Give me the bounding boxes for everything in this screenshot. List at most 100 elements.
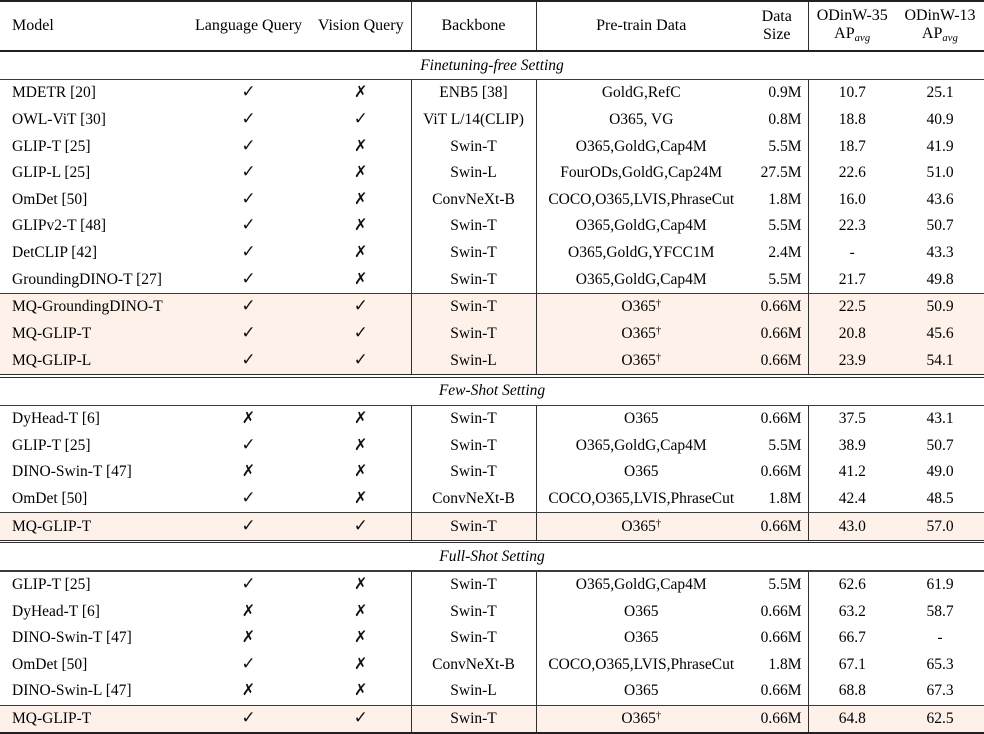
cell-vision-query: ✗ — [311, 625, 411, 652]
cross-icon: ✗ — [354, 188, 368, 208]
cell-backbone: Swin-T — [410, 598, 536, 625]
cell-model: GLIP-L [25] — [12, 164, 91, 182]
section-label: Few-Shot Setting — [438, 382, 546, 399]
table-row: MQ-GroundingDINO-T ✓ ✓ Swin-T O365† 0.66M 22.5… — [0, 294, 984, 321]
cell-vision-query: ✗ — [311, 406, 411, 433]
cross-icon: ✗ — [354, 82, 368, 102]
cell-odinw35-ap: 20.8 — [807, 320, 896, 348]
cell-backbone: Swin-T — [410, 458, 536, 486]
table-row: GroundingDINO-T [27] ✓ ✗ Swin-T O365,GoldG,C… — [0, 266, 984, 293]
cell-data-size: 0.66M — [760, 602, 802, 620]
cell-model: GroundingDINO-T [27] — [12, 270, 162, 288]
column-header-data-size: Data Size — [761, 8, 792, 43]
check-icon: ✓ — [241, 296, 256, 317]
cell-odinw35-ap: 62.6 — [807, 571, 896, 599]
cell-model: DINO-Swin-L [47] — [12, 682, 132, 700]
cell-vision-query: ✓ — [311, 320, 411, 348]
cell-model: DINO-Swin-T [47] — [12, 629, 132, 647]
cross-icon: ✗ — [354, 680, 368, 700]
cell-data-size: 5.5M — [768, 575, 802, 593]
cell-odinw35-ap: 22.5 — [807, 294, 896, 321]
cell-data-size: 1.8M — [768, 190, 802, 208]
cell-backbone: Swin-T — [410, 432, 536, 459]
cross-icon: ✗ — [354, 600, 368, 620]
cell-odinw35-ap: 22.3 — [807, 213, 896, 240]
cell-backbone: ConvNeXt-B — [410, 186, 536, 214]
cell-odinw13-ap: 50.7 — [926, 436, 954, 454]
cell-data-size: 0.66M — [746, 320, 808, 348]
cell-vision-query: ✓ — [311, 107, 411, 134]
cross-icon: ✗ — [241, 407, 256, 427]
cell-odinw35-ap: 21.7 — [807, 266, 896, 293]
table-row: DetCLIP [42] ✓ ✗ Swin-T O365,GoldG,YFCC1M 2.4… — [0, 239, 984, 267]
cell-vision-query: ✗ — [311, 598, 411, 625]
cell-backbone: Swin-T — [410, 405, 536, 433]
cell-odinw35-ap: 67.1 — [807, 651, 896, 678]
cell-odinw35-ap: 18.8 — [807, 106, 896, 134]
cell-language-query: ✗ — [186, 625, 311, 652]
cell-language-query: ✓ — [186, 485, 311, 512]
cell-vision-query: ✗ — [311, 160, 411, 187]
cross-icon: ✗ — [354, 407, 368, 427]
cell-backbone: Swin-T — [410, 133, 536, 160]
dagger-marker: † — [655, 518, 662, 530]
cell-vision-query: ✓ — [311, 705, 411, 733]
cell-language-query: ✗ — [186, 678, 311, 705]
cell-model: OmDet [50] — [12, 489, 88, 507]
cell-language-query: ✗ — [186, 406, 311, 433]
check-icon: ✓ — [241, 188, 256, 209]
cell-odinw35-ap: 64.8 — [807, 705, 896, 733]
dagger-marker: † — [655, 325, 662, 337]
check-icon: ✓ — [241, 109, 256, 130]
cell-backbone: Swin-T — [410, 320, 536, 348]
cell-language-query: ✓ — [186, 133, 311, 160]
cell-vision-query: ✓ — [311, 347, 411, 374]
cell-data-size: 0.66M — [760, 682, 802, 700]
check-icon: ✓ — [241, 242, 256, 263]
cell-odinw13-ap: 40.9 — [926, 111, 954, 129]
table-row: OmDet [50] ✓ ✗ ConvNeXt-B COCO,O365,LVIS,Phr… — [0, 651, 984, 678]
cell-pretrain-data: O365,GoldG,Cap4M — [535, 266, 746, 293]
cell-model: MQ-GLIP-T — [0, 705, 186, 733]
results-table: Model Language Query Vision Query Backbone P… — [0, 0, 984, 734]
cell-vision-query: ✗ — [311, 485, 411, 512]
cell-odinw13-ap: 25.1 — [926, 84, 954, 102]
cell-odinw13-ap: 58.7 — [926, 602, 954, 620]
cell-odinw35-ap: - — [807, 239, 896, 267]
table-row: DyHead-T [6] ✗ ✗ Swin-T O365 0.66M 63.2 58.7 — [0, 598, 984, 625]
cell-pretrain-data: O365 — [535, 405, 746, 433]
cell-odinw35-ap: 41.2 — [807, 458, 896, 486]
cell-pretrain-data: COCO,O365,LVIS,PhraseCut — [535, 485, 746, 513]
cell-pretrain-data: O365 — [535, 598, 746, 625]
cell-language-query: ✓ — [186, 294, 311, 321]
cell-pretrain-data: COCO,O365,LVIS,PhraseCut — [535, 651, 746, 678]
cell-odinw13-ap: 67.3 — [926, 682, 954, 700]
cross-icon: ✗ — [354, 573, 368, 593]
check-icon: ✓ — [353, 708, 368, 729]
cell-odinw35-ap: 66.7 — [807, 624, 896, 652]
check-icon: ✓ — [241, 653, 256, 674]
cell-vision-query: ✗ — [311, 572, 411, 599]
cell-odinw35-ap: 37.5 — [807, 405, 896, 433]
cross-icon: ✗ — [241, 600, 256, 620]
cell-backbone: Swin-T — [410, 266, 536, 293]
dagger-marker: † — [655, 710, 662, 722]
cell-vision-query: ✗ — [311, 678, 411, 705]
cross-icon: ✗ — [354, 653, 368, 673]
section-label-row: Few-Shot Setting — [0, 378, 984, 405]
cell-backbone: Swin-T — [410, 213, 536, 240]
section-label-row: Finetuning-free Setting — [0, 52, 984, 79]
cell-data-size: 5.5M — [768, 270, 802, 288]
table-header-row: Model Language Query Vision Query Backbone P… — [0, 2, 984, 50]
table-row: DyHead-T [6] ✗ ✗ Swin-T O365 0.66M 37.5 43.1 — [0, 405, 984, 433]
cell-model: MQ-GLIP-T — [0, 513, 186, 540]
check-icon: ✓ — [241, 573, 256, 594]
cross-icon: ✗ — [241, 627, 256, 647]
check-icon: ✓ — [241, 268, 256, 289]
cell-backbone: ConvNeXt-B — [410, 651, 536, 678]
cell-pretrain-data: COCO,O365,LVIS,PhraseCut — [535, 186, 746, 214]
cell-language-query: ✓ — [186, 107, 311, 134]
cell-backbone: Swin-L — [410, 678, 536, 705]
section-label: Full-Shot Setting — [439, 547, 545, 565]
cell-language-query: ✓ — [186, 432, 311, 459]
